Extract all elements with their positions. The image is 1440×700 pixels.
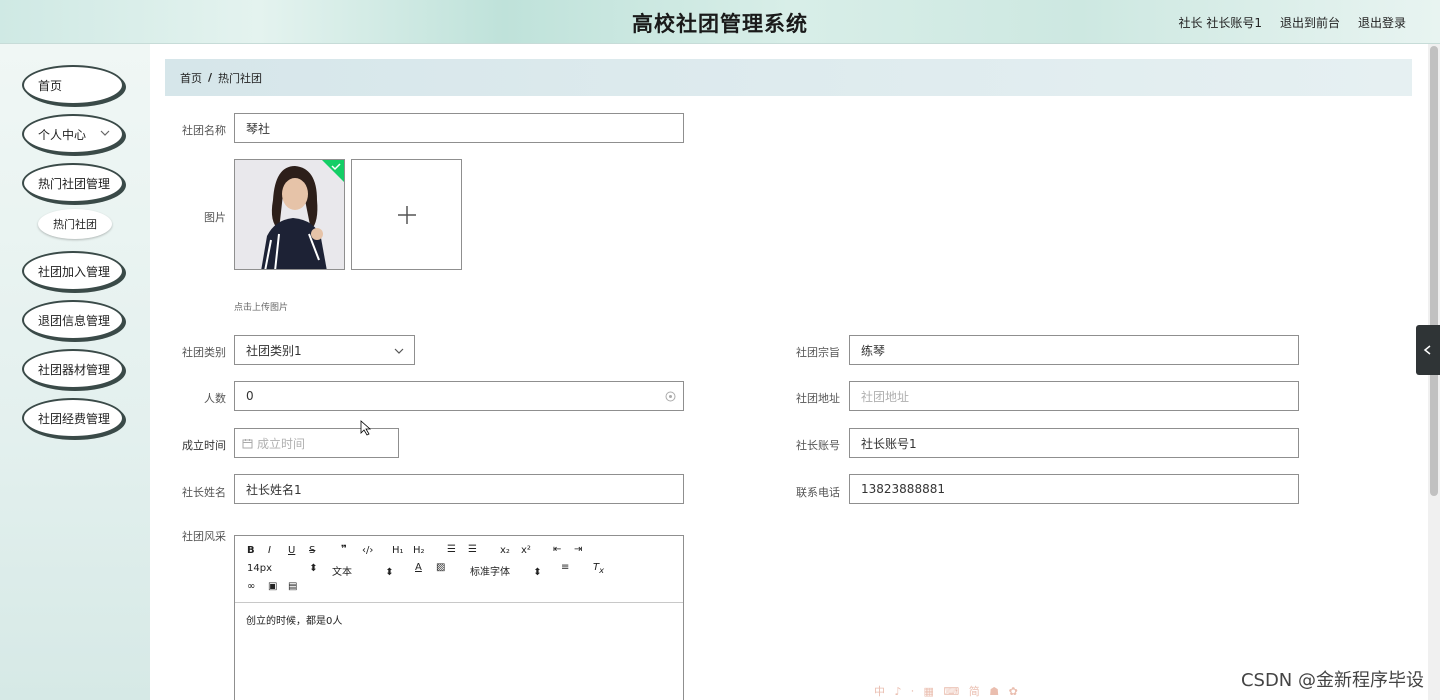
side-panel-toggle[interactable] bbox=[1416, 325, 1440, 375]
heading-1-icon[interactable]: H₁ bbox=[392, 545, 404, 556]
video-icon[interactable]: ▤ bbox=[288, 581, 297, 592]
sidebar-subitem-label: 热门社团 bbox=[53, 218, 97, 231]
chevron-down-icon bbox=[100, 130, 110, 136]
upload-success-icon bbox=[322, 160, 344, 182]
member-count-label: 人数 bbox=[204, 392, 226, 405]
font-family-value: 标准字体 bbox=[470, 567, 510, 578]
top-header: 高校社团管理系统 社长 社长账号1 退出到前台 退出登录 bbox=[0, 0, 1440, 44]
breadcrumb-current: 热门社团 bbox=[218, 71, 263, 85]
editor-content[interactable]: 创立的时候，都是0人 bbox=[235, 603, 683, 636]
chevron-left-icon bbox=[1423, 345, 1431, 355]
address-label: 社团地址 bbox=[796, 392, 840, 405]
founding-date-picker[interactable]: 成立时间 bbox=[234, 428, 399, 458]
sidebar: 首页 个人中心 热门社团管理 热门社团 社团加入管理 退团信息管理 社团器材管理… bbox=[0, 44, 150, 700]
rich-text-editor: B I U S ❞ ‹/› H₁ H₂ ☰ ☰ x₂ x² ⇤ ⇥ 14px ⬍… bbox=[234, 535, 684, 700]
font-color-icon[interactable]: A bbox=[415, 562, 422, 573]
sidebar-item-funds-management[interactable]: 社团经费管理 bbox=[22, 398, 124, 438]
bold-icon[interactable]: B bbox=[247, 545, 255, 556]
header-actions: 社长 社长账号1 退出到前台 退出登录 bbox=[1179, 14, 1406, 31]
sidebar-item-label: 个人中心 bbox=[38, 127, 87, 142]
uploaded-image[interactable] bbox=[234, 159, 345, 270]
select-arrow-icon: ⬍ bbox=[309, 563, 318, 574]
watermark: CSDN @金新程序毕设 bbox=[1240, 670, 1424, 691]
image-label: 图片 bbox=[204, 211, 226, 224]
blockquote-icon[interactable]: ❞ bbox=[341, 544, 347, 555]
plus-icon bbox=[398, 206, 416, 224]
link-icon[interactable]: ∞ bbox=[247, 581, 255, 592]
sidebar-item-label: 首页 bbox=[38, 78, 63, 93]
logout-link[interactable]: 退出登录 bbox=[1358, 14, 1406, 31]
font-size-select[interactable]: 14px ⬍ bbox=[247, 563, 318, 574]
sidebar-item-hot-club-management[interactable]: 热门社团管理 bbox=[22, 163, 124, 203]
chevron-down-icon bbox=[394, 348, 404, 354]
clear-format-icon[interactable]: Tx bbox=[593, 562, 604, 575]
category-select[interactable]: 社团类别1 bbox=[234, 335, 415, 365]
address-input[interactable]: 社团地址 bbox=[849, 381, 1299, 411]
sidebar-subitem-hot-club[interactable]: 热门社团 bbox=[38, 209, 112, 239]
ime-toolbar: 中 ♪ ⸱ ▦ ⌨ 简 ☗ ✿ bbox=[874, 685, 1021, 698]
founding-date-label: 成立时间 bbox=[182, 439, 226, 452]
strikethrough-icon[interactable]: S bbox=[309, 545, 315, 556]
sidebar-item-label: 社团器材管理 bbox=[38, 362, 111, 377]
calendar-icon bbox=[242, 438, 253, 448]
category-label: 社团类别 bbox=[182, 346, 226, 359]
italic-icon[interactable]: I bbox=[268, 545, 271, 556]
scrollbar-thumb[interactable] bbox=[1430, 46, 1438, 496]
superscript-icon[interactable]: x² bbox=[521, 545, 531, 556]
club-name-label: 社团名称 bbox=[182, 124, 226, 137]
current-user: 社长 社长账号1 bbox=[1178, 16, 1262, 30]
breadcrumb: 首页 / 热门社团 bbox=[165, 59, 1412, 96]
purpose-input[interactable]: 练琴 bbox=[849, 335, 1299, 365]
sidebar-item-club-join-management[interactable]: 社团加入管理 bbox=[22, 251, 124, 291]
sidebar-item-label: 退团信息管理 bbox=[38, 313, 111, 328]
select-arrow-icon: ⬍ bbox=[533, 567, 542, 578]
leader-account-input[interactable]: 社长账号1 bbox=[849, 428, 1299, 458]
purpose-label: 社团宗旨 bbox=[796, 346, 840, 359]
sidebar-item-home[interactable]: 首页 bbox=[22, 65, 124, 105]
text-type-select[interactable]: 文本 ⬍ bbox=[332, 563, 394, 578]
editor-toolbar: B I U S ❞ ‹/› H₁ H₂ ☰ ☰ x₂ x² ⇤ ⇥ 14px ⬍… bbox=[235, 536, 683, 603]
phone-label: 联系电话 bbox=[796, 486, 840, 499]
subscript-icon[interactable]: x₂ bbox=[500, 545, 510, 556]
club-style-label: 社团风采 bbox=[182, 530, 226, 543]
sidebar-item-label: 社团经费管理 bbox=[38, 411, 111, 426]
main-content: 首页 / 热门社团 社团名称 琴社 图片 点击上传图片 社团类别 社团类别1 社… bbox=[150, 44, 1428, 700]
ordered-list-icon[interactable]: ☰ bbox=[447, 544, 456, 555]
breadcrumb-separator: / bbox=[208, 71, 213, 84]
background-color-icon[interactable]: ▨ bbox=[436, 562, 445, 573]
bullet-list-icon[interactable]: ☰ bbox=[468, 544, 477, 555]
founding-date-placeholder: 成立时间 bbox=[257, 436, 306, 451]
member-count-value: 0 bbox=[246, 389, 254, 403]
text-type-value: 文本 bbox=[332, 567, 352, 578]
breadcrumb-home[interactable]: 首页 bbox=[180, 70, 202, 86]
leader-account-label: 社长账号 bbox=[796, 439, 840, 452]
sidebar-item-personal-center[interactable]: 个人中心 bbox=[22, 114, 124, 154]
heading-2-icon[interactable]: H₂ bbox=[413, 545, 425, 556]
sidebar-item-quit-info-management[interactable]: 退团信息管理 bbox=[22, 300, 124, 340]
upload-hint: 点击上传图片 bbox=[234, 303, 289, 313]
member-count-input[interactable]: 0 bbox=[234, 381, 684, 411]
sidebar-item-label: 社团加入管理 bbox=[38, 264, 111, 279]
phone-input[interactable]: 13823888881 bbox=[849, 474, 1299, 504]
sidebar-item-label: 热门社团管理 bbox=[38, 176, 111, 191]
add-image-button[interactable] bbox=[351, 159, 462, 270]
font-family-select[interactable]: 标准字体 ⬍ bbox=[470, 563, 542, 578]
select-arrow-icon: ⬍ bbox=[385, 567, 394, 578]
underline-icon[interactable]: U bbox=[288, 545, 295, 556]
exit-to-front-link[interactable]: 退出到前台 bbox=[1280, 14, 1340, 31]
mouse-cursor-icon bbox=[360, 420, 372, 436]
leader-name-label: 社长姓名 bbox=[182, 486, 226, 499]
align-icon[interactable]: ≡ bbox=[561, 562, 569, 573]
sidebar-item-equipment-management[interactable]: 社团器材管理 bbox=[22, 349, 124, 389]
category-selected-value: 社团类别1 bbox=[246, 343, 302, 358]
outdent-icon[interactable]: ⇤ bbox=[553, 544, 561, 555]
clear-icon[interactable] bbox=[665, 391, 676, 402]
indent-icon[interactable]: ⇥ bbox=[574, 544, 582, 555]
code-block-icon[interactable]: ‹/› bbox=[362, 545, 373, 556]
font-size-value: 14px bbox=[247, 563, 272, 574]
image-icon[interactable]: ▣ bbox=[268, 581, 277, 592]
leader-name-input[interactable]: 社长姓名1 bbox=[234, 474, 684, 504]
club-name-input[interactable]: 琴社 bbox=[234, 113, 684, 143]
